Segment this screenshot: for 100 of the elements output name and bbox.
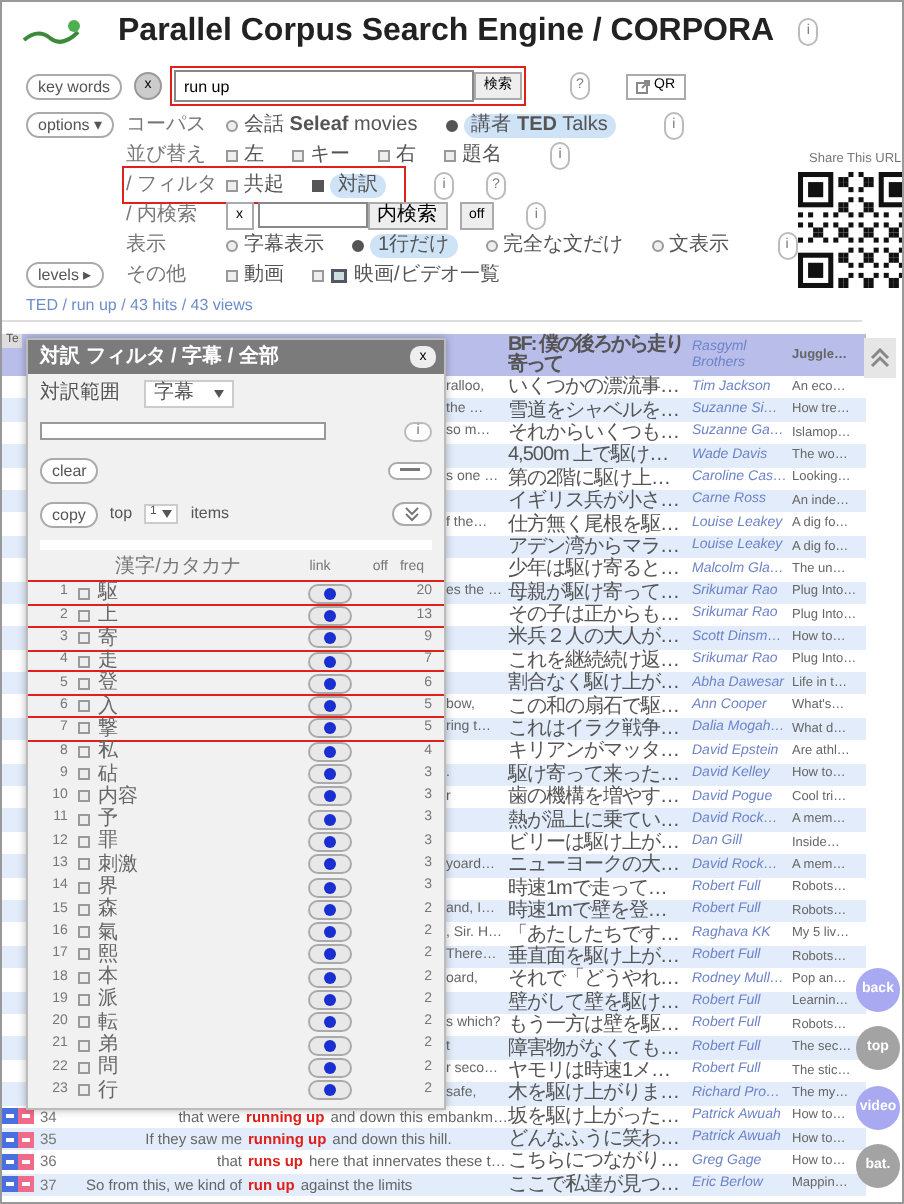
checkbox[interactable] [77,881,90,893]
checkbox[interactable] [77,632,90,645]
translation-text: 少年は駆け寄ると… [508,558,681,581]
translation-text: 母親が駆け寄って… [508,581,681,604]
inner-search-button[interactable]: 内検索 [367,201,447,229]
link-toggle[interactable] [308,989,353,1010]
link-toggle[interactable] [308,944,353,965]
option-label: 映画/ビデオ一覧 [354,263,500,287]
checkbox[interactable] [77,609,90,622]
term-text: 転 [95,1011,120,1034]
translation-text: 木を駆け上がりま… [508,1082,681,1105]
checkbox[interactable] [77,677,90,690]
filter-field[interactable] [40,422,326,440]
checkbox[interactable] [226,149,238,161]
checkbox[interactable] [378,149,390,161]
select-value: 字幕 [154,382,194,406]
checkbox[interactable] [226,269,238,281]
radio-button[interactable] [352,239,364,251]
translation-text: 歯の機構を増やす… [508,786,681,809]
breadcrumb[interactable]: TED / run up / 43 hits / 43 views [2,290,862,322]
term-text: 問 [95,1056,120,1079]
radio-button[interactable] [651,239,664,251]
checkbox[interactable] [77,1016,90,1029]
radio-button[interactable] [226,119,238,131]
link-toggle[interactable] [308,696,353,717]
link-toggle[interactable] [308,1057,353,1078]
double-chevron-up-icon [870,348,890,368]
link-toggle[interactable] [308,1035,353,1056]
checkbox[interactable] [77,722,90,735]
checkbox[interactable] [312,269,324,281]
radio-button[interactable] [485,239,498,251]
link-toggle[interactable] [308,673,353,694]
inner-search-field[interactable] [257,202,367,228]
checkbox[interactable] [77,700,90,713]
collapse-button[interactable] [388,461,432,479]
checkbox[interactable] [312,179,324,191]
link-toggle[interactable] [308,1080,353,1101]
checkbox[interactable] [77,655,90,668]
term-text: 走 [95,650,120,673]
radio-button[interactable] [445,119,458,131]
clear-button[interactable]: clear [40,457,99,483]
checkbox[interactable] [77,1061,90,1074]
term-text: 弟 [95,1034,120,1057]
checkbox[interactable] [77,993,90,1006]
term-text: 砧 [95,763,118,786]
checkbox[interactable] [77,835,90,848]
term-text: 私 [95,740,120,763]
link-toggle[interactable] [308,1012,353,1033]
link-toggle[interactable] [308,922,353,943]
link-toggle[interactable] [308,786,353,807]
link-toggle[interactable] [308,831,353,852]
checkbox[interactable] [77,768,90,781]
translation-text: 「あたしたちです… [508,923,681,946]
key-words-button[interactable]: key words [26,73,123,99]
link-toggle[interactable] [308,628,353,649]
link-toggle[interactable] [308,854,353,875]
link-toggle[interactable] [308,967,353,988]
option-label: / 内検索 [126,203,200,227]
checkbox[interactable] [77,971,90,984]
link-toggle[interactable] [308,764,353,785]
copy-button[interactable]: copy [40,501,98,527]
option-label: 表示 [126,233,168,257]
qr-code [797,172,902,288]
checkbox[interactable] [77,903,90,916]
link-toggle[interactable] [308,741,353,762]
option-label: 共起 [244,173,284,197]
checkbox[interactable] [444,149,456,161]
range-select[interactable]: 字幕 [144,380,234,408]
link-toggle[interactable] [308,718,353,739]
link-toggle[interactable] [308,605,353,626]
translation-text: ここで私達が見つ… [508,1173,681,1196]
search-field[interactable]: run up [174,70,474,102]
checkbox[interactable] [77,745,90,758]
link-toggle[interactable] [308,651,353,672]
translation-text: 壁がして壁を駆け… [508,991,681,1014]
link-toggle[interactable] [308,899,353,920]
scroll-up-button[interactable] [864,338,896,378]
menu-button[interactable]: options ▾ [26,112,115,138]
checkbox[interactable] [77,1084,90,1097]
option-label: 会話 Seleaf movies [244,113,418,137]
checkbox[interactable] [226,179,238,191]
checkbox[interactable] [77,1039,90,1052]
checkbox[interactable] [77,813,90,826]
expand-button[interactable] [392,502,432,526]
link-toggle[interactable] [308,809,353,830]
option-label: 完全な文だけ [503,233,624,257]
translation-text: イギリス兵が小さ… [508,490,681,513]
radio-button[interactable] [226,239,238,251]
checkbox[interactable] [77,790,90,803]
translation-text: アデン湾からマラ… [508,535,681,558]
checkbox[interactable] [77,587,90,600]
link-toggle[interactable] [308,877,353,897]
panel-title: 対訳 フィルタ / 字幕 / 全部 [40,345,279,369]
checkbox[interactable] [77,948,90,961]
checkbox[interactable] [77,926,90,939]
checkbox[interactable] [77,858,90,871]
link-toggle[interactable] [308,583,353,604]
checkbox[interactable] [292,149,304,161]
option-label: 字幕表示 [244,233,324,257]
menu-button[interactable]: levels ▸ [26,262,104,288]
